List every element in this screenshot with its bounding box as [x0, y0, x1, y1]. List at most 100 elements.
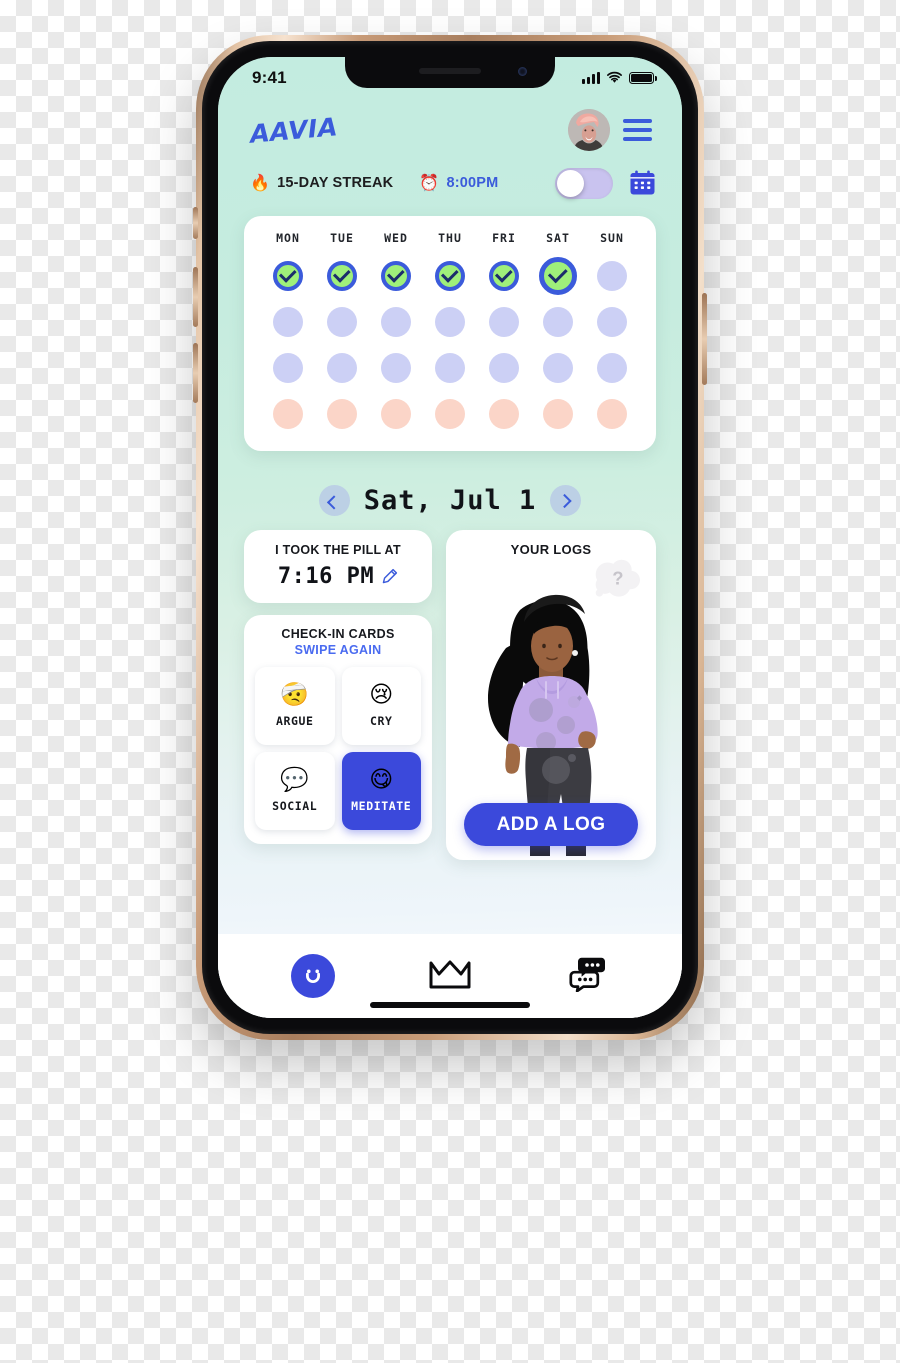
calendar-day-cell[interactable]: [373, 254, 419, 297]
phone-screen: 9:41 AAVIA 🔥 15-DAY STREAK ⏰ 8:00PM MON …: [218, 57, 682, 1018]
calendar-week-row: [256, 254, 644, 297]
upcoming-dose-dot: [435, 352, 465, 383]
calendar-day-cell[interactable]: [427, 392, 473, 435]
upcoming-dose-dot: [597, 352, 627, 383]
calendar-day-cell[interactable]: [589, 254, 635, 297]
calendar-day-cell[interactable]: [481, 392, 527, 435]
power-button[interactable]: [702, 293, 707, 385]
pill-taken-card: I TOOK THE PILL AT 7:16 PM: [244, 530, 432, 603]
upcoming-dose-dot: [489, 306, 519, 337]
phone-bezel: 9:41 AAVIA 🔥 15-DAY STREAK ⏰ 8:00PM MON …: [202, 41, 698, 1034]
home-indicator[interactable]: [370, 1002, 530, 1008]
calendar-day-cell[interactable]: [535, 392, 581, 435]
tab-chat[interactable]: [557, 952, 617, 1000]
calendar-day-labels: MON TUE WED THU FRI SAT SUN: [256, 231, 644, 245]
calendar-day-cell[interactable]: [481, 254, 527, 297]
tab-home[interactable]: [283, 952, 343, 1000]
earpiece-speaker: [419, 68, 481, 74]
calendar-day-cell[interactable]: [481, 300, 527, 343]
calendar-day-cell[interactable]: [535, 346, 581, 389]
wifi-icon: [606, 71, 623, 84]
calendar-day-cell[interactable]: [481, 346, 527, 389]
checkin-chip-cry[interactable]: 😢 CRY: [341, 667, 421, 745]
calendar-day-cell[interactable]: [319, 392, 365, 435]
calendar-day-cell[interactable]: [265, 254, 311, 297]
current-date-label: Sat, Jul 1: [363, 485, 537, 516]
calendar-day-cell[interactable]: [589, 392, 635, 435]
reminder-time-label: 8:00PM: [446, 175, 499, 191]
upcoming-dose-dot: [273, 352, 303, 383]
streak-indicator: 🔥 15-DAY STREAK: [250, 175, 394, 192]
volume-down-button[interactable]: [193, 343, 198, 403]
placebo-dose-dot: [327, 398, 357, 429]
calendar-day-cell[interactable]: [373, 300, 419, 343]
dose-taken-dot: [273, 260, 303, 291]
calendar-day-cell[interactable]: [427, 300, 473, 343]
calendar-week-row: [256, 300, 644, 343]
volume-up-button[interactable]: [193, 267, 198, 327]
calendar-day-cell[interactable]: [373, 346, 419, 389]
calendar-card: MON TUE WED THU FRI SAT SUN: [244, 216, 656, 451]
speech-bubble-emoji: 💬: [280, 767, 310, 793]
calendar-day-cell[interactable]: [589, 346, 635, 389]
upcoming-dose-dot: [489, 352, 519, 383]
dose-taken-today-dot: [539, 256, 577, 295]
calendar-day-cell[interactable]: [319, 254, 365, 297]
chip-label: SOCIAL: [272, 799, 318, 813]
alarm-clock-icon: ⏰: [419, 173, 440, 192]
chip-label: ARGUE: [275, 714, 314, 728]
reminder-toggle[interactable]: [555, 167, 613, 199]
checkin-chip-argue[interactable]: 🤕 ARGUE: [255, 667, 335, 745]
calendar-day-cell[interactable]: [427, 254, 473, 297]
hamburger-menu-icon[interactable]: [623, 119, 652, 141]
calendar-day-cell[interactable]: [319, 300, 365, 343]
right-column: YOUR LOGS ? ADD A LOG: [446, 530, 656, 860]
checkin-chip-meditate[interactable]: 😋 MEDITATE: [341, 752, 421, 830]
chat-bubbles-icon: [567, 956, 607, 997]
day-label: MON: [276, 231, 300, 245]
pill-time-row[interactable]: 7:16 PM: [254, 564, 422, 589]
upcoming-dose-dot: [543, 306, 573, 337]
cellular-signal-icon: [582, 72, 600, 84]
thought-bubble-icon[interactable]: ?: [589, 556, 643, 604]
upcoming-dose-dot: [381, 352, 411, 383]
chip-label: CRY: [369, 714, 393, 728]
mute-switch[interactable]: [193, 207, 198, 239]
notch: [345, 57, 555, 88]
streak-label: 15-DAY STREAK: [277, 175, 394, 191]
day-label: THU: [438, 231, 462, 245]
main-content: I TOOK THE PILL AT 7:16 PM CHECK-IN CARD…: [218, 516, 682, 934]
avatar[interactable]: [568, 109, 610, 151]
upcoming-dose-dot: [327, 352, 357, 383]
swipe-again-link[interactable]: SWIPE AGAIN: [255, 643, 421, 657]
calendar-day-cell[interactable]: [535, 300, 581, 343]
placebo-dose-dot: [435, 398, 465, 429]
upcoming-dose-dot: [381, 306, 411, 337]
front-camera-icon: [518, 67, 527, 76]
reminder-time-indicator[interactable]: ⏰ 8:00PM: [419, 173, 499, 192]
day-label: WED: [384, 231, 408, 245]
phone-frame: 9:41 AAVIA 🔥 15-DAY STREAK ⏰ 8:00PM MON …: [193, 35, 707, 1040]
calendar-day-cell[interactable]: [265, 300, 311, 343]
pencil-edit-icon[interactable]: [381, 568, 398, 585]
calendar-day-cell[interactable]: [589, 300, 635, 343]
calendar-icon[interactable]: [629, 170, 656, 196]
crown-icon: [428, 958, 472, 995]
dose-taken-dot: [435, 260, 465, 291]
tab-rewards[interactable]: [420, 952, 480, 1000]
savoring-face-emoji: 😋: [369, 767, 394, 793]
add-a-log-button[interactable]: ADD A LOG: [464, 803, 638, 846]
bottom-tab-bar: [218, 934, 682, 1018]
calendar-week-row: [256, 346, 644, 389]
checkin-chip-social[interactable]: 💬 SOCIAL: [255, 752, 335, 830]
calendar-day-cell[interactable]: [373, 392, 419, 435]
calendar-day-cell[interactable]: [265, 392, 311, 435]
calendar-day-cell-today[interactable]: [535, 254, 581, 297]
header-actions: [568, 109, 652, 151]
next-day-button[interactable]: [550, 485, 582, 516]
placebo-dose-dot: [273, 398, 303, 429]
previous-day-button[interactable]: [318, 485, 350, 516]
calendar-day-cell[interactable]: [265, 346, 311, 389]
calendar-day-cell[interactable]: [427, 346, 473, 389]
calendar-day-cell[interactable]: [319, 346, 365, 389]
